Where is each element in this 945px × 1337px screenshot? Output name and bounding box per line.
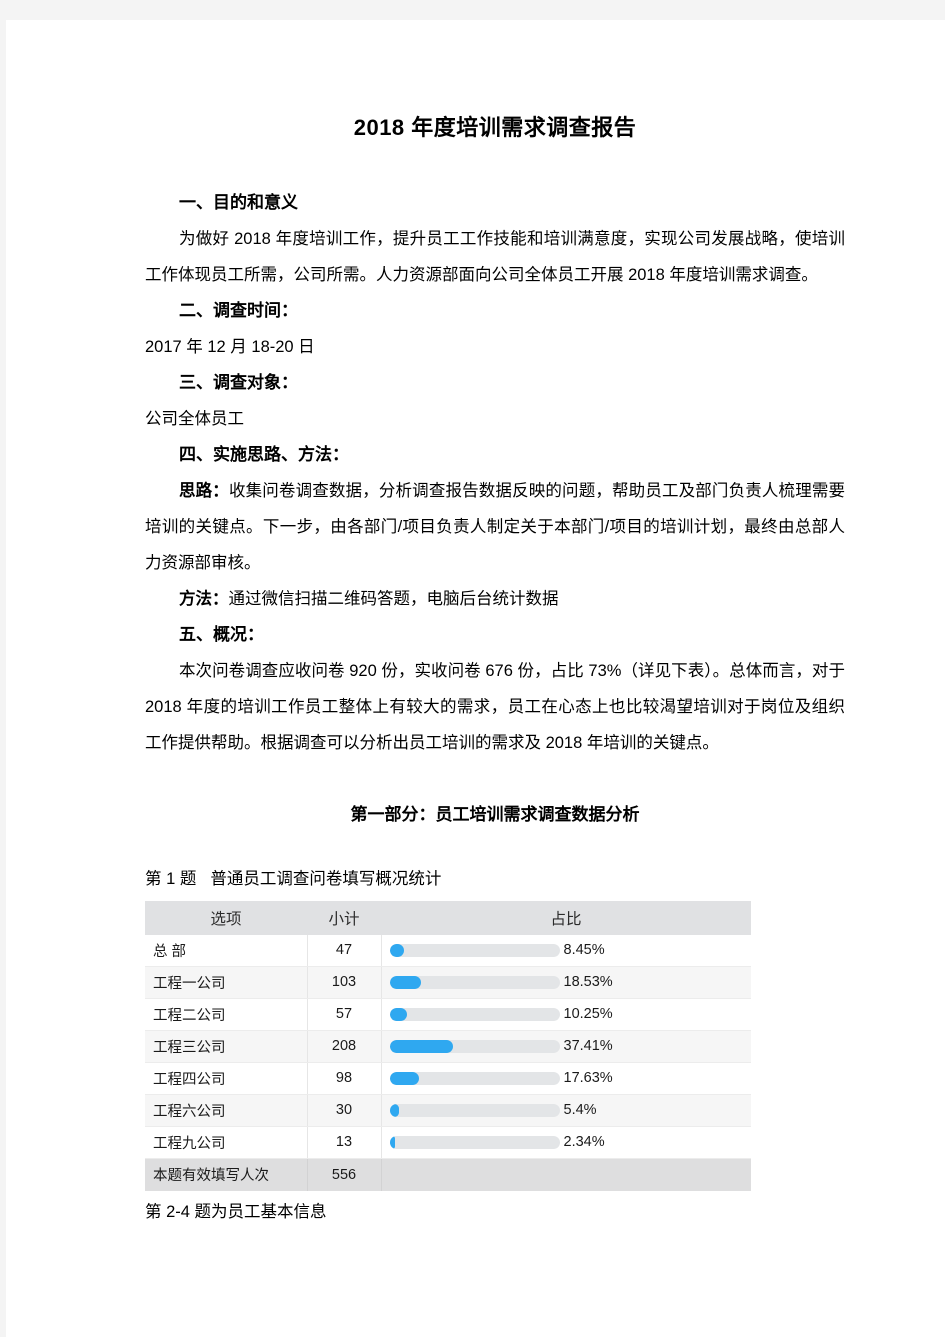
section-heading-overview: 五、概况： [179, 624, 264, 644]
survey-statistics-table: 选项 小计 占比 总 部 47 8.45% 工程一公司 103 18.53% 工程二公司 57… [145, 900, 751, 1191]
percent-label: 5.4% [563, 1102, 597, 1119]
percent-bar-track [389, 1135, 560, 1149]
percent-bar-track [389, 1007, 560, 1021]
footer-value: 556 [307, 1158, 382, 1191]
percent-bar-fill [389, 1039, 454, 1053]
approach-text: 收集问卷调查数据，分析调查报告数据反映的问题，帮助员工及部门负责人梳理需要培训的… [145, 481, 846, 572]
cell-option: 工程六公司 [145, 1094, 308, 1127]
cell-count: 208 [307, 1030, 382, 1063]
table-header-row: 选项 小计 占比 [145, 900, 751, 935]
cell-count: 57 [307, 998, 382, 1031]
percent-bar-wrapper: 37.41% [389, 1032, 746, 1061]
paragraph-survey-time: 2017 年 12 月 18-20 日 [145, 337, 315, 356]
cell-option: 总 部 [145, 934, 308, 967]
question-title: 第 1 题普通员工调查问卷填写概况统计 [145, 861, 845, 897]
percent-bar-track [389, 1071, 560, 1085]
part-title: 第一部分：员工培训需求调查数据分析 [350, 804, 640, 824]
percent-bar-wrapper: 2.34% [389, 1128, 746, 1157]
cell-percent: 37.41% [381, 1030, 751, 1063]
cell-percent: 17.63% [381, 1062, 751, 1095]
percent-bar-track [389, 1039, 560, 1053]
table-row: 工程六公司 30 5.4% [145, 1094, 751, 1127]
table-header: 选项 小计 占比 [145, 900, 751, 935]
cell-percent: 18.53% [381, 966, 751, 999]
paragraph-method: 方法：通过微信扫描二维码答题，电脑后台统计数据 [145, 581, 845, 617]
percent-label: 18.53% [563, 974, 613, 991]
footer-label: 本题有效填写人次 [145, 1158, 308, 1191]
footer-empty-cell [381, 1158, 751, 1191]
percent-bar-track [389, 975, 560, 989]
cell-option: 工程二公司 [145, 998, 308, 1031]
column-header-percent: 占比 [381, 900, 751, 935]
section-heading-approach: 四、实施思路、方法： [179, 444, 349, 464]
cell-option: 工程三公司 [145, 1030, 308, 1063]
percent-bar-track [389, 1103, 560, 1117]
percent-bar-wrapper: 5.4% [389, 1096, 746, 1125]
percent-label: 10.25% [563, 1006, 613, 1023]
paragraph-survey-target: 公司全体员工 [145, 409, 244, 428]
table-row: 工程四公司 98 17.63% [145, 1062, 751, 1095]
table-body: 总 部 47 8.45% 工程一公司 103 18.53% 工程二公司 57 10.25% 工程三… [145, 934, 751, 1159]
percent-bar-wrapper: 8.45% [389, 936, 746, 965]
column-header-option: 选项 [145, 900, 307, 935]
cell-count: 103 [307, 966, 382, 999]
cell-count: 13 [307, 1126, 382, 1159]
percent-label: 37.41% [563, 1038, 613, 1055]
section-heading-survey-target: 三、调查对象： [179, 372, 298, 392]
percent-bar-fill [389, 1071, 420, 1085]
after-table-note: 第 2-4 题为员工基本信息 [145, 1202, 327, 1221]
percent-bar-wrapper: 10.25% [389, 1000, 746, 1029]
approach-label: 思路： [179, 481, 229, 500]
percent-label: 2.34% [563, 1134, 605, 1151]
document-content: 2018 年度培训需求调查报告 一、目的和意义 为做好 2018 年度培训工作，… [145, 20, 845, 1229]
table-row: 工程二公司 57 10.25% [145, 998, 751, 1031]
cell-option: 工程一公司 [145, 966, 308, 999]
table-footer-row: 本题有效填写人次 556 [145, 1158, 751, 1191]
cell-option: 工程四公司 [145, 1062, 308, 1095]
cell-percent: 2.34% [381, 1126, 751, 1159]
section-heading-survey-time: 二、调查时间： [179, 300, 298, 320]
percent-label: 8.45% [563, 942, 605, 959]
table-footer: 本题有效填写人次 556 [145, 1158, 751, 1191]
column-header-count: 小计 [307, 900, 381, 935]
cell-count: 47 [307, 934, 382, 967]
cell-count: 98 [307, 1062, 382, 1095]
method-label: 方法： [179, 589, 229, 608]
percent-bar-fill [389, 1135, 395, 1149]
table-row: 工程九公司 13 2.34% [145, 1126, 751, 1159]
percent-bar-fill [389, 1103, 399, 1117]
cell-percent: 5.4% [381, 1094, 751, 1127]
percent-bar-fill [389, 943, 404, 957]
percent-bar-wrapper: 17.63% [389, 1064, 746, 1093]
percent-bar-fill [389, 1007, 407, 1021]
table-row: 工程三公司 208 37.41% [145, 1030, 751, 1063]
table-row: 总 部 47 8.45% [145, 934, 751, 967]
cell-percent: 10.25% [381, 998, 751, 1031]
percent-label: 17.63% [563, 1070, 613, 1087]
document-page: 2018 年度培训需求调查报告 一、目的和意义 为做好 2018 年度培训工作，… [6, 20, 945, 1337]
paragraph-approach: 思路：收集问卷调查数据，分析调查报告数据反映的问题，帮助员工及部门负责人梳理需要… [145, 473, 845, 581]
cell-count: 30 [307, 1094, 382, 1127]
question-title-text: 普通员工调查问卷填写概况统计 [210, 869, 442, 888]
paragraph-purpose: 为做好 2018 年度培训工作，提升员工工作技能和培训满意度，实现公司发展战略，… [145, 229, 845, 284]
page-title: 2018 年度培训需求调查报告 [353, 115, 637, 140]
cell-option: 工程九公司 [145, 1126, 308, 1159]
method-text: 通过微信扫描二维码答题，电脑后台统计数据 [228, 589, 559, 608]
percent-bar-wrapper: 18.53% [389, 968, 746, 997]
question-number: 第 1 题 [145, 869, 197, 888]
section-heading-purpose: 一、目的和意义 [179, 192, 298, 212]
table-row: 工程一公司 103 18.53% [145, 966, 751, 999]
percent-bar-track [389, 943, 560, 957]
percent-bar-fill [389, 975, 421, 989]
cell-percent: 8.45% [381, 934, 751, 967]
paragraph-overview: 本次问卷调查应收问卷 920 份，实收问卷 676 份，占比 73%（详见下表）… [145, 661, 845, 752]
